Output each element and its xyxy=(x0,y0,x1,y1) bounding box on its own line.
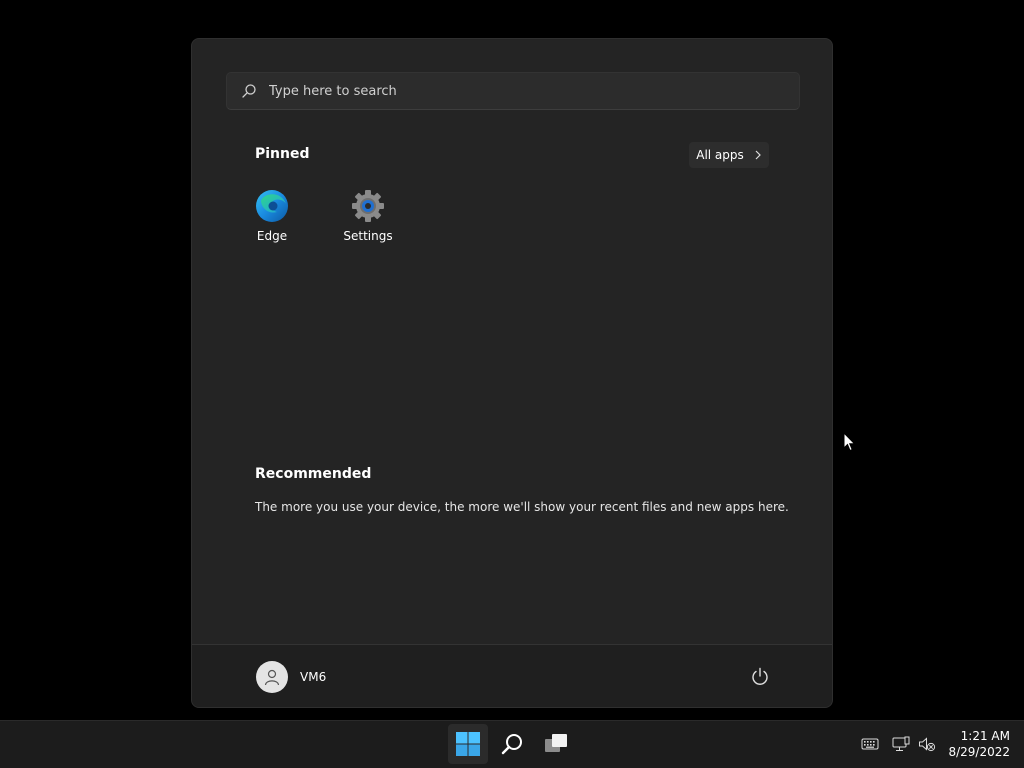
power-icon[interactable] xyxy=(748,665,772,689)
mouse-cursor-icon xyxy=(843,432,856,452)
search-box[interactable] xyxy=(226,72,800,110)
pinned-app-edge[interactable]: Edge xyxy=(232,179,312,249)
all-apps-button[interactable]: All apps xyxy=(689,142,769,168)
avatar[interactable] xyxy=(256,661,288,693)
keyboard-icon[interactable] xyxy=(861,736,879,752)
all-apps-label: All apps xyxy=(696,148,744,162)
clock-date: 8/29/2022 xyxy=(948,745,1010,759)
settings-gear-icon xyxy=(352,190,384,222)
start-menu-footer: VM6 xyxy=(192,644,832,707)
task-view-button[interactable] xyxy=(536,724,576,764)
search-icon xyxy=(242,84,256,98)
recommended-title: Recommended xyxy=(255,466,372,482)
start-menu: Pinned All apps Edge xyxy=(191,38,833,708)
search-input[interactable] xyxy=(269,83,769,99)
task-view-icon xyxy=(545,734,567,752)
clock-time: 1:21 AM xyxy=(960,729,1010,743)
edge-icon xyxy=(256,190,288,222)
chevron-right-icon xyxy=(755,150,761,160)
taskbar-clock[interactable]: 1:21 AM 8/29/2022 xyxy=(944,728,1010,760)
pinned-app-label: Edge xyxy=(256,229,288,243)
recommended-message: The more you use your device, the more w… xyxy=(255,500,789,514)
pinned-app-label: Settings xyxy=(343,229,393,243)
network-icon[interactable] xyxy=(892,736,910,752)
windows-start-icon xyxy=(456,732,480,756)
start-button[interactable] xyxy=(448,724,488,764)
pinned-title: Pinned xyxy=(255,146,310,162)
search-icon xyxy=(501,734,522,755)
user-name[interactable]: VM6 xyxy=(300,670,326,684)
user-icon xyxy=(264,669,280,686)
pinned-app-settings[interactable]: Settings xyxy=(328,179,408,249)
volume-muted-icon[interactable] xyxy=(918,736,936,752)
taskbar: 1:21 AM 8/29/2022 xyxy=(0,720,1024,768)
taskbar-search-button[interactable] xyxy=(492,724,532,764)
